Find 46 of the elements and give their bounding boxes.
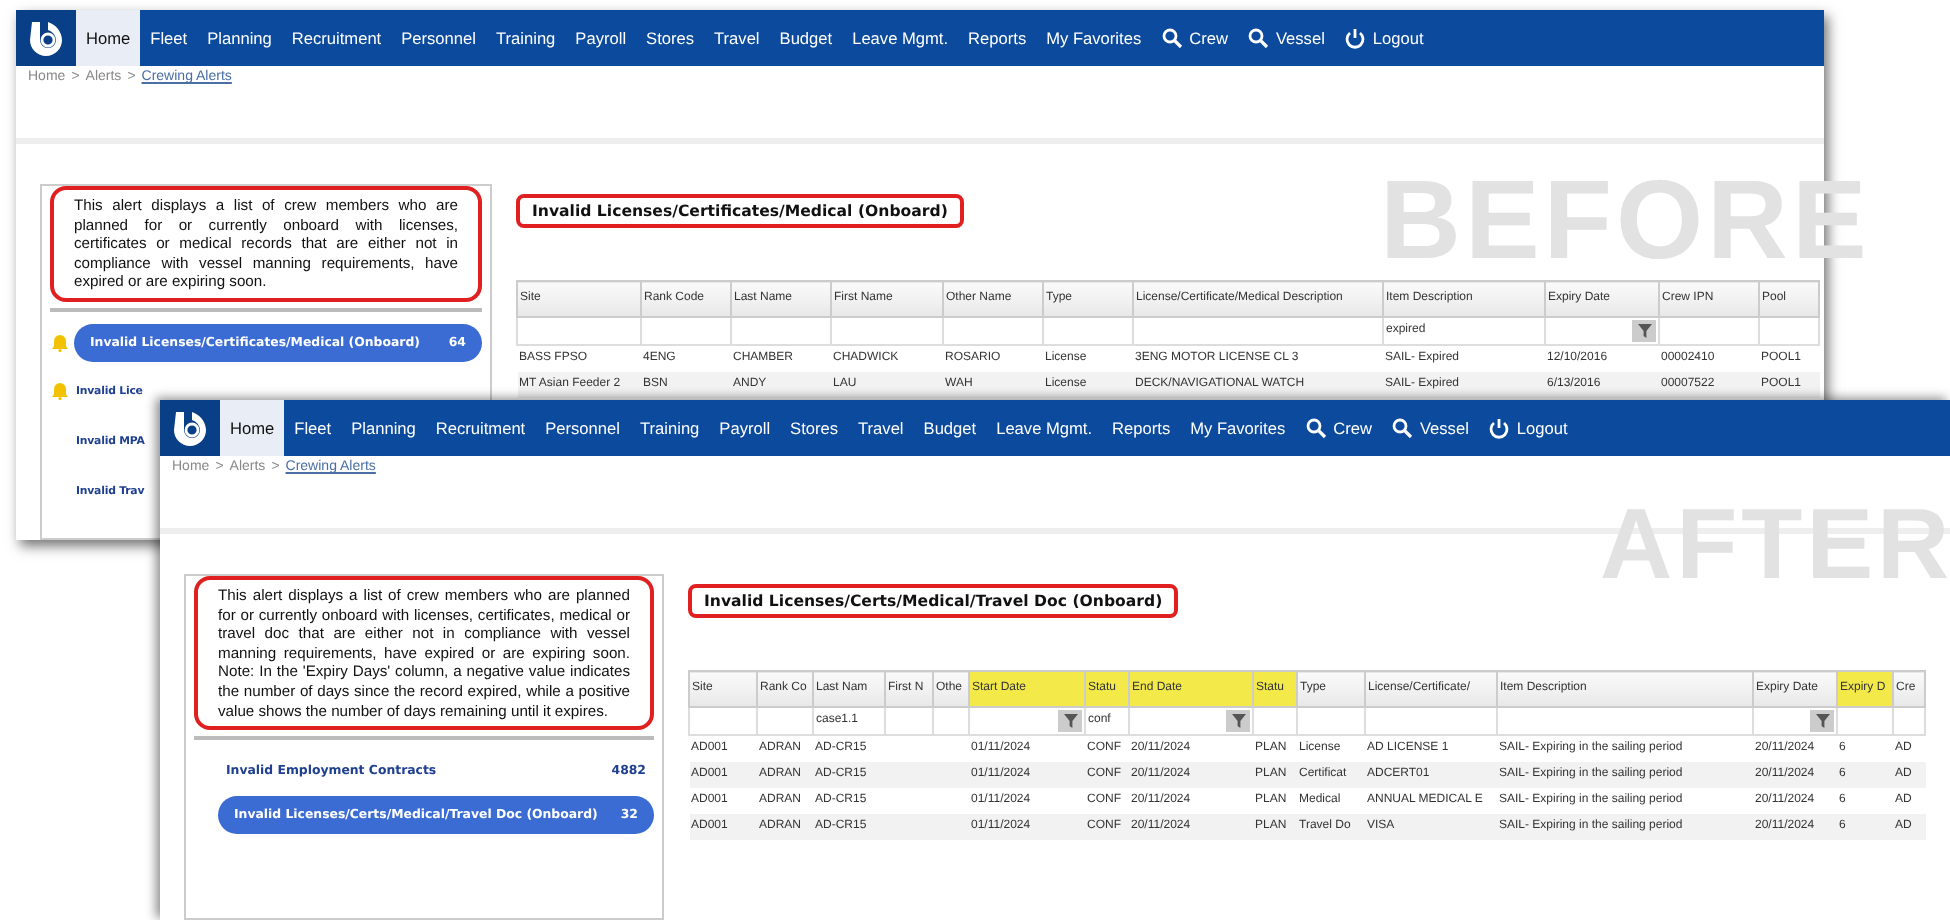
filter-button[interactable]: [1810, 710, 1834, 732]
filter-button[interactable]: [1226, 710, 1250, 732]
search-icon: [1391, 417, 1414, 439]
nav-item[interactable]: Leave Mgmt.: [986, 400, 1103, 456]
filter-button[interactable]: [1058, 710, 1082, 732]
search-icon: [1247, 27, 1270, 49]
nav-item[interactable]: Training: [630, 400, 710, 456]
nav-item[interactable]: Personnel: [535, 400, 630, 456]
filter-button[interactable]: [1632, 320, 1656, 342]
nav-item[interactable]: Budget: [769, 10, 843, 66]
nav-item[interactable]: Budget: [913, 400, 987, 456]
nav-item[interactable]: Home: [220, 400, 285, 456]
nav-item[interactable]: Crew: [1151, 10, 1238, 66]
nav-item[interactable]: Payroll: [565, 10, 637, 66]
power-icon: [1488, 417, 1511, 439]
nav-item[interactable]: My Favorites: [1180, 400, 1296, 456]
nav-item[interactable]: Personnel: [391, 10, 486, 66]
nav-item[interactable]: Crew: [1295, 400, 1382, 456]
nav-item[interactable]: Logout: [1478, 400, 1578, 456]
nav-item[interactable]: Logout: [1334, 10, 1434, 66]
filter-icon: [1637, 324, 1651, 338]
filter-icon: [1063, 714, 1077, 728]
nav-item[interactable]: Travel: [848, 400, 914, 456]
nav-item[interactable]: Planning: [341, 400, 426, 456]
power-icon: [1344, 27, 1367, 49]
filter-icon: [1231, 714, 1245, 728]
nav-item[interactable]: Home: [76, 10, 141, 66]
nav-item[interactable]: Planning: [197, 10, 282, 66]
filter-icon: [1815, 714, 1829, 728]
search-icon: [1161, 27, 1184, 49]
nav-item[interactable]: Fleet: [284, 400, 342, 456]
nav-item[interactable]: Recruitment: [425, 400, 536, 456]
nav-item[interactable]: Stores: [636, 10, 705, 66]
nav-item[interactable]: Reports: [958, 10, 1037, 66]
nav-item[interactable]: Training: [486, 10, 566, 66]
nav-item[interactable]: Reports: [1102, 400, 1181, 456]
nav-item[interactable]: Vessel: [1237, 10, 1335, 66]
nav-item[interactable]: Travel: [704, 10, 770, 66]
nav-item[interactable]: Fleet: [140, 10, 198, 66]
nav-item[interactable]: Stores: [780, 400, 849, 456]
nav-item[interactable]: Leave Mgmt.: [842, 10, 959, 66]
nav-item[interactable]: Vessel: [1381, 400, 1479, 456]
search-icon: [1305, 417, 1328, 439]
nav-item[interactable]: Recruitment: [281, 10, 392, 66]
nav-item[interactable]: My Favorites: [1036, 10, 1152, 66]
nav-item[interactable]: Payroll: [709, 400, 781, 456]
